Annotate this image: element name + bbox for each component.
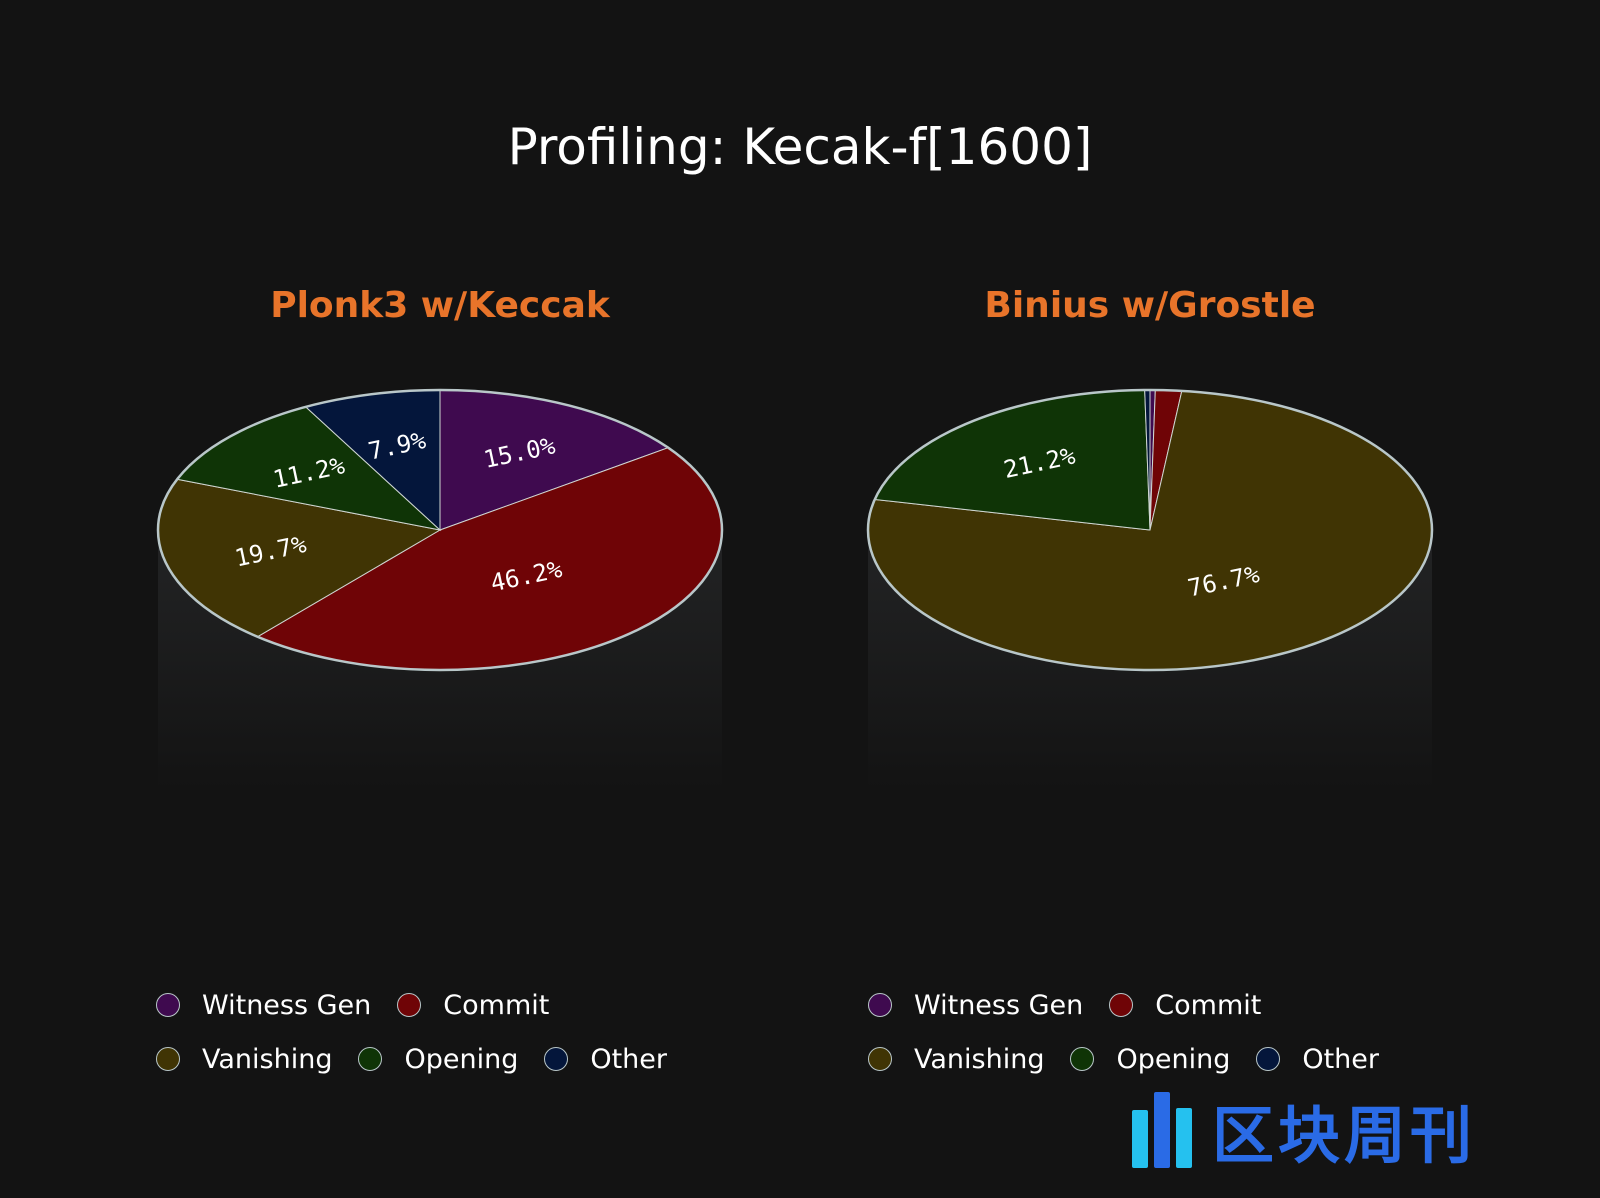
opening-swatch-icon	[358, 1047, 383, 1071]
watermark-text: 区块周刊	[1212, 1099, 1477, 1172]
pie-chart-plonk3: 15.0%46.2%19.7%11.2%7.9%	[156, 388, 724, 790]
legend-item-other[interactable]: Other	[544, 1044, 667, 1075]
legend-label: Commit	[1155, 989, 1262, 1021]
commit-swatch-icon	[397, 993, 422, 1017]
legend-row: Vanishing Opening Other	[868, 1032, 1428, 1086]
other-swatch-icon	[544, 1047, 569, 1071]
legend-row: Vanishing Opening Other	[156, 1032, 716, 1086]
legend-item-opening[interactable]: Opening	[358, 1044, 518, 1075]
legend-label: Witness Gen	[202, 989, 372, 1021]
legend-row: Witness Gen Commit	[868, 978, 1428, 1032]
opening-swatch-icon	[1070, 1047, 1095, 1071]
legend-item-vanishing[interactable]: Vanishing	[868, 1044, 1044, 1075]
other-swatch-icon	[1256, 1047, 1281, 1071]
legend-row: Witness Gen Commit	[156, 978, 716, 1032]
pie-chart-binius: 76.7%21.2%	[866, 388, 1434, 790]
witness-gen-swatch-icon	[868, 993, 892, 1017]
legend-item-witness-gen[interactable]: Witness Gen	[156, 990, 371, 1021]
legend-label: Commit	[443, 989, 550, 1021]
commit-swatch-icon	[1109, 993, 1134, 1017]
legend-item-opening[interactable]: Opening	[1070, 1044, 1230, 1075]
legend-plonk3: Witness Gen Commit Vanishing Opening Oth…	[156, 978, 716, 1086]
vanishing-swatch-icon	[868, 1047, 892, 1071]
legend-label: Opening	[404, 1043, 519, 1075]
legend-item-commit[interactable]: Commit	[1109, 990, 1261, 1021]
logo-bars-icon	[1132, 1092, 1198, 1168]
legend-label: Other	[1302, 1043, 1380, 1075]
witness-gen-swatch-icon	[156, 993, 180, 1017]
legend-item-vanishing[interactable]: Vanishing	[156, 1044, 332, 1075]
legend-label: Witness Gen	[914, 989, 1084, 1021]
legend-label: Other	[590, 1043, 668, 1075]
legend-label: Opening	[1116, 1043, 1231, 1075]
legend-label: Vanishing	[914, 1043, 1045, 1075]
legend-label: Vanishing	[202, 1043, 333, 1075]
legend-binius: Witness Gen Commit Vanishing Opening Oth…	[868, 978, 1428, 1086]
vanishing-swatch-icon	[156, 1047, 180, 1071]
legend-item-commit[interactable]: Commit	[397, 990, 549, 1021]
watermark-logo: 区块周刊	[1132, 1085, 1476, 1175]
legend-item-witness-gen[interactable]: Witness Gen	[868, 990, 1083, 1021]
legend-item-other[interactable]: Other	[1256, 1044, 1379, 1075]
